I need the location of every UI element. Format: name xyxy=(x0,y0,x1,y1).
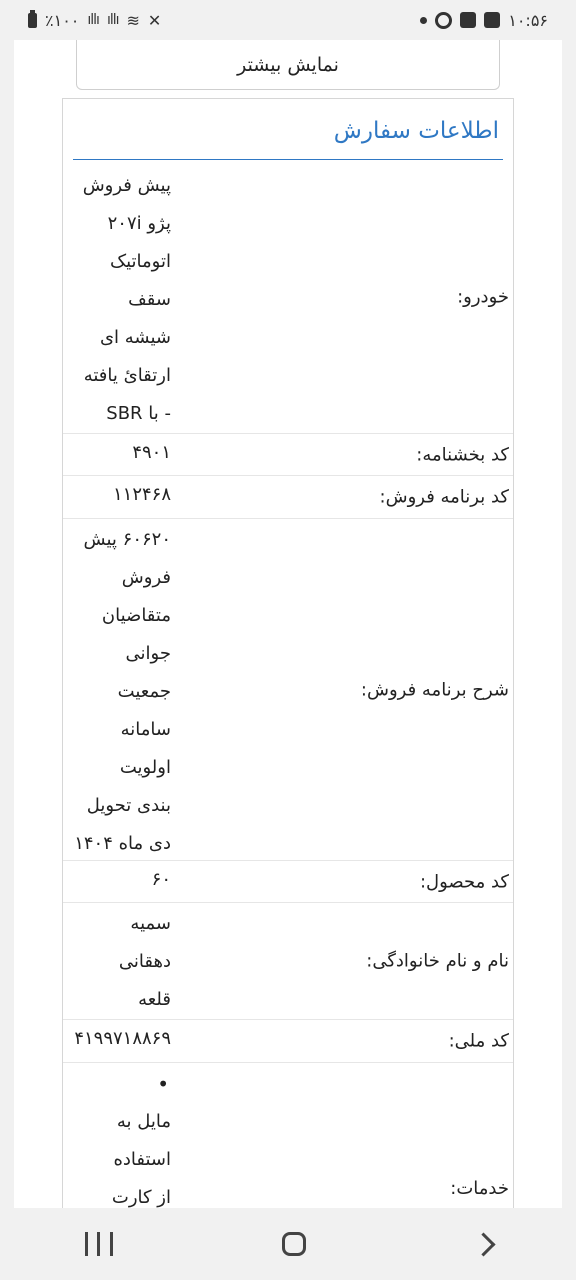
value-services: • مایل به استفاده از کارت xyxy=(63,1063,173,1208)
row-sales-program-description: شرح برنامه فروش: ۶۰۶۲۰ پیش فروش متقاضیان… xyxy=(63,519,513,861)
value-line: سقف xyxy=(128,289,171,310)
row-services: خدمات: • مایل به استفاده از کارت xyxy=(63,1063,513,1208)
value-car: پیش فروش پژو ۲۰۷i اتوماتیک سقف شیشه ای ا… xyxy=(63,161,173,433)
value-line: پیش فروش xyxy=(82,175,171,196)
page-content: نمایش بیشتر اطلاعات سفارش خودرو: پیش فرو… xyxy=(14,40,562,1208)
value-line: دی ماه ۱۴۰۴ xyxy=(74,833,171,854)
value-line: جمعیت xyxy=(117,681,171,702)
value-line: پژو ۲۰۷i xyxy=(107,213,171,234)
value-line: سمیه xyxy=(130,913,171,934)
row-sales-program-code: کد برنامه فروش: ۱۱۲۴۶۸ xyxy=(63,476,513,519)
value-line: - با SBR xyxy=(106,403,171,424)
status-right: ۱۰:۵۶ xyxy=(420,11,548,30)
value-line: دهقانی xyxy=(118,951,171,972)
value-line: جوانی xyxy=(125,643,171,664)
label-full-name: نام و نام خانوادگی: xyxy=(366,950,509,972)
status-bar: ٪۱۰۰ ıllı ıllı ≋ ✕ ۱۰:۵۶ xyxy=(0,0,576,40)
value-line: متقاضیان xyxy=(101,605,171,626)
value-sales-program-code: ۱۱۲۴۶۸ xyxy=(63,476,173,518)
message-icon xyxy=(460,12,477,28)
value-line: بندی تحویل xyxy=(86,795,171,816)
label-product-code: کد محصول: xyxy=(419,871,509,892)
value-line: ارتقائ یافته xyxy=(83,365,171,386)
value-line: ۱۱۲۴۶۸ xyxy=(112,484,171,505)
value-line: مایل به xyxy=(116,1111,171,1132)
value-line: ۴۹۰۱ xyxy=(132,442,171,463)
value-line: از کارت xyxy=(111,1187,171,1208)
row-full-name: نام و نام خانوادگی: سمیه دهقانی قلعه xyxy=(63,903,513,1020)
label-circular-code: کد بخشنامه: xyxy=(416,444,509,465)
label-national-code: کد ملی: xyxy=(448,1030,509,1052)
app-notification-icon xyxy=(435,11,453,29)
value-line: قلعه xyxy=(138,989,171,1010)
order-info-title: اطلاعات سفارش xyxy=(73,109,503,160)
row-national-code: کد ملی: ۴۱۹۹۷۱۸۸۶۹ xyxy=(63,1020,513,1063)
label-car: خودرو: xyxy=(457,286,509,308)
order-info-card: اطلاعات سفارش خودرو: پیش فروش پژو ۲۰۷i ا… xyxy=(62,98,514,1208)
status-left: ٪۱۰۰ ıllı ıllı ≋ ✕ xyxy=(28,9,162,30)
value-full-name: سمیه دهقانی قلعه xyxy=(63,903,173,1019)
value-line: سامانه xyxy=(120,719,171,740)
value-line: اتوماتیک xyxy=(110,251,171,272)
signal-icon: ıllı xyxy=(87,12,100,28)
value-sales-program-description: ۶۰۶۲۰ پیش فروش متقاضیان جوانی جمعیت ساما… xyxy=(63,519,173,860)
row-car: خودرو: پیش فروش پژو ۲۰۷i اتوماتیک سقف شی… xyxy=(63,161,513,434)
gallery-icon xyxy=(484,12,501,28)
value-line: فروش xyxy=(121,567,171,588)
row-circular-code: کد بخشنامه: ۴۹۰۱ xyxy=(63,434,513,476)
signal-icon-2: ıllı xyxy=(106,12,120,28)
order-info-table: خودرو: پیش فروش پژو ۲۰۷i اتوماتیک سقف شی… xyxy=(63,161,513,1208)
label-services: خدمات: xyxy=(450,1178,509,1199)
navigation-bar xyxy=(0,1208,576,1280)
value-circular-code: ۴۹۰۱ xyxy=(63,434,173,475)
label-sales-program-description: شرح برنامه فروش: xyxy=(360,679,509,700)
value-line: اولویت xyxy=(119,757,171,778)
value-line: ۶۰۶۲۰ پیش xyxy=(83,529,171,550)
back-icon[interactable] xyxy=(470,1231,496,1257)
notification-dot-icon xyxy=(420,16,428,24)
battery-icon xyxy=(28,9,37,28)
clock: ۱۰:۵۶ xyxy=(508,10,548,30)
wifi-icon: ≋ xyxy=(126,10,140,30)
bullet-icon: • xyxy=(157,1072,169,1096)
label-sales-program-code: کد برنامه فروش: xyxy=(379,486,509,508)
home-icon[interactable] xyxy=(281,1232,306,1256)
value-national-code: ۴۱۹۹۷۱۸۸۶۹ xyxy=(63,1020,173,1062)
row-product-code: کد محصول: ۶۰ xyxy=(63,861,513,903)
value-line: ۶۰ xyxy=(151,869,171,890)
mute-icon: ✕ xyxy=(147,10,162,30)
battery-level: ٪۱۰۰ xyxy=(45,10,80,30)
show-more-button[interactable]: نمایش بیشتر xyxy=(76,40,500,90)
value-product-code: ۶۰ xyxy=(63,861,173,902)
value-line: استفاده xyxy=(113,1149,171,1170)
recents-icon[interactable] xyxy=(84,1232,113,1256)
value-line: ۴۱۹۹۷۱۸۸۶۹ xyxy=(74,1028,171,1049)
value-line: شیشه ای xyxy=(99,327,171,348)
